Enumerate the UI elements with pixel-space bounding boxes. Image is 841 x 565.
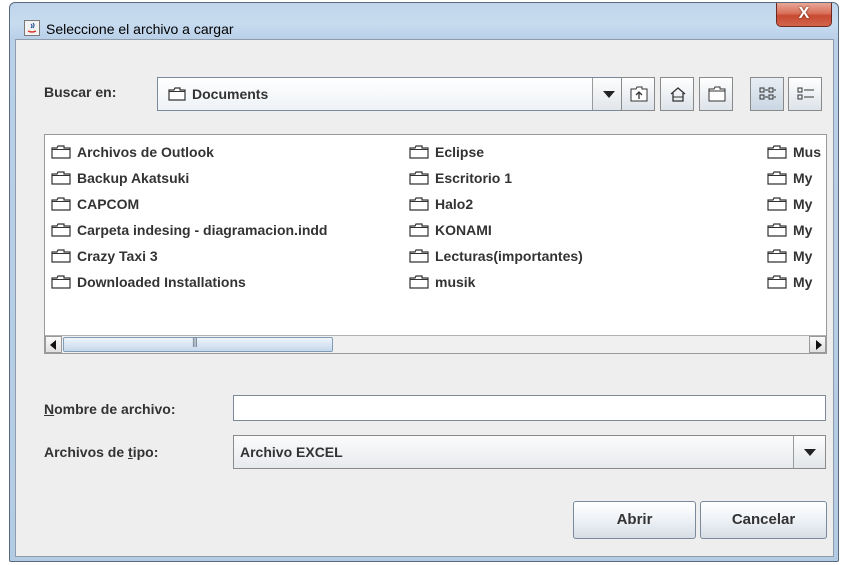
file-name: musik xyxy=(435,274,476,290)
scroll-right-button[interactable] xyxy=(809,336,826,353)
title-bar[interactable]: Seleccione el archivo a cargar X xyxy=(10,3,838,39)
file-name: My xyxy=(793,222,813,238)
new-folder-button[interactable] xyxy=(699,77,733,111)
window-title: Seleccione el archivo a cargar xyxy=(46,21,234,37)
file-type-dropdown-button[interactable] xyxy=(793,436,825,468)
folder-icon xyxy=(409,275,429,294)
folder-icon xyxy=(767,145,787,164)
details-view-icon xyxy=(797,87,814,100)
file-name: My xyxy=(793,248,813,264)
list-view-button[interactable] xyxy=(750,77,784,111)
horizontal-scrollbar[interactable] xyxy=(45,335,826,353)
look-in-value: Documents xyxy=(192,86,269,102)
close-button[interactable]: X xyxy=(776,3,832,27)
file-name: Crazy Taxi 3 xyxy=(77,248,158,264)
file-name-input[interactable] xyxy=(233,395,826,421)
file-type-label-after: ipo: xyxy=(132,444,159,460)
file-name-mnemonic: N xyxy=(44,401,55,417)
file-name: Mus xyxy=(793,144,821,160)
look-in-label: Buscar en: xyxy=(44,84,117,100)
java-icon xyxy=(24,20,40,36)
file-chooser-dialog: Seleccione el archivo a cargar X Buscar … xyxy=(9,2,839,562)
file-name: Archivos de Outlook xyxy=(77,144,214,160)
look-in-combo[interactable]: Documents xyxy=(157,77,625,111)
file-list[interactable]: Archivos de Outlook Backup Akatsuki CAPCOM… xyxy=(44,134,827,354)
file-name: Escritorio 1 xyxy=(435,170,513,186)
folder-icon xyxy=(409,145,429,164)
folder-icon xyxy=(767,223,787,242)
details-view-button[interactable] xyxy=(788,77,822,111)
file-name: Halo2 xyxy=(435,196,474,212)
folder-icon xyxy=(767,171,787,190)
folder-icon xyxy=(767,249,787,268)
file-name: Backup Akatsuki xyxy=(77,170,190,186)
file-name: My xyxy=(793,170,813,186)
file-name: My xyxy=(793,196,813,212)
folder-icon xyxy=(409,197,429,216)
file-name: My xyxy=(793,274,813,290)
file-type-label: Archivos de tipo: xyxy=(44,444,158,460)
folder-icon xyxy=(767,197,787,216)
folder-icon xyxy=(51,249,71,268)
file-name: Lecturas(importantes) xyxy=(435,248,583,264)
folder-icon xyxy=(409,223,429,242)
file-name: Downloaded Installations xyxy=(77,274,246,290)
folder-icon xyxy=(51,171,71,190)
file-name: KONAMI xyxy=(435,222,492,238)
folder-icon xyxy=(767,275,787,294)
list-view-icon xyxy=(759,87,776,100)
open-button[interactable]: Abrir xyxy=(573,501,696,539)
close-icon: X xyxy=(798,5,810,22)
folder-icon xyxy=(409,171,429,190)
scroll-left-button[interactable] xyxy=(45,336,62,353)
home-icon xyxy=(670,87,686,102)
file-name-label: Nombre de archivo: xyxy=(44,401,176,417)
file-type-value: Archivo EXCEL xyxy=(240,444,343,460)
folder-icon xyxy=(51,145,71,164)
folder-icon xyxy=(51,223,71,242)
look-in-dropdown-button[interactable] xyxy=(592,78,624,110)
folder-icon xyxy=(51,275,71,294)
scroll-thumb[interactable] xyxy=(63,337,333,352)
new-folder-icon xyxy=(708,86,726,102)
file-name: Carpeta indesing - diagramacion.indd xyxy=(77,222,328,238)
file-name-label-text: ombre de archivo: xyxy=(54,401,176,417)
up-one-level-button[interactable] xyxy=(621,77,655,111)
folder-icon xyxy=(409,249,429,268)
file-type-label-before: Archivos de xyxy=(44,444,129,460)
cancel-button[interactable]: Cancelar xyxy=(700,501,827,539)
dialog-body: Buscar en: Documents Archivos de Outlook… xyxy=(15,39,834,557)
file-name: Eclipse xyxy=(435,144,485,160)
folder-icon xyxy=(168,87,186,106)
file-type-combo[interactable]: Archivo EXCEL xyxy=(233,435,826,469)
home-button[interactable] xyxy=(660,77,694,111)
file-name: CAPCOM xyxy=(77,196,140,212)
up-one-level-icon xyxy=(630,86,648,102)
folder-icon xyxy=(51,197,71,216)
